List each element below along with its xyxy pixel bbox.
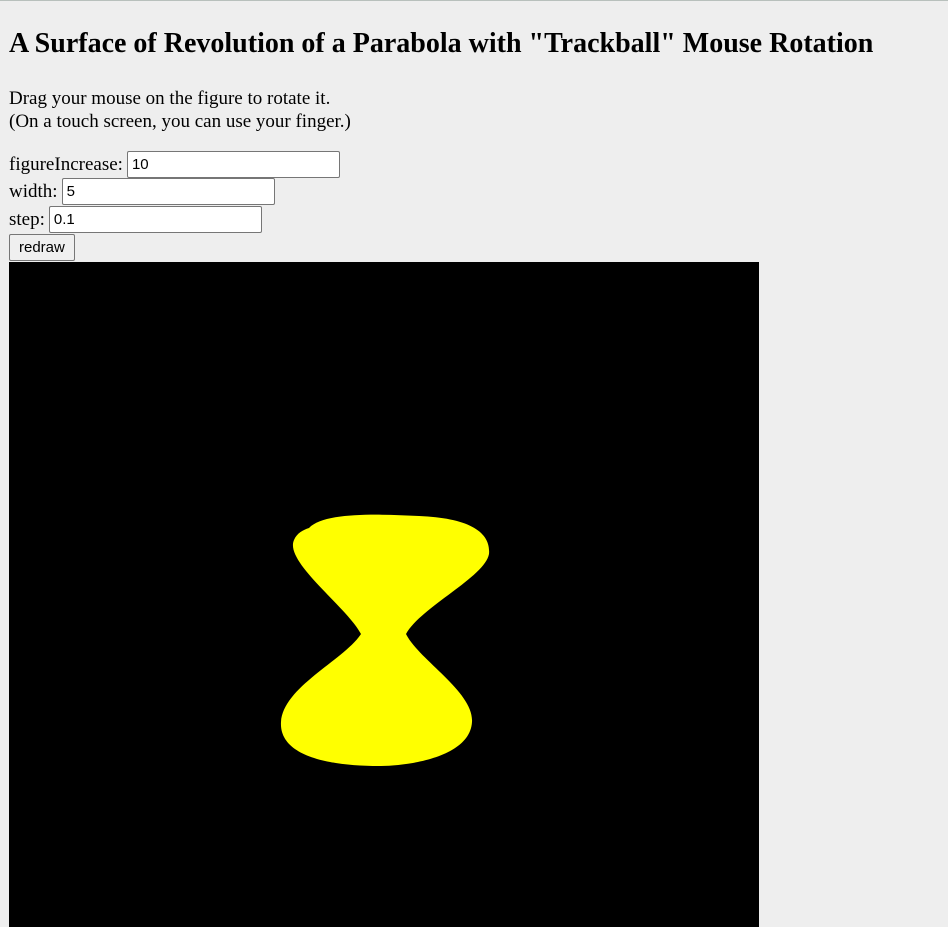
figure-increase-input[interactable] — [126, 151, 340, 178]
figure-canvas[interactable] — [9, 262, 759, 927]
figure-increase-label: figureIncrease: — [9, 153, 123, 175]
redraw-button[interactable]: redraw — [9, 234, 75, 261]
step-input[interactable] — [48, 206, 262, 233]
surface-figure[interactable] — [9, 262, 759, 927]
step-label: step: — [9, 208, 45, 230]
width-input[interactable] — [61, 178, 275, 205]
instructions: Drag your mouse on the figure to rotate … — [9, 87, 351, 133]
page-title: A Surface of Revolution of a Parabola wi… — [9, 28, 874, 59]
instruction-drag: Drag your mouse on the figure to rotate … — [9, 88, 331, 109]
figure-increase-row: figureIncrease: — [9, 151, 340, 178]
width-row: width: — [9, 178, 275, 205]
step-row: step: — [9, 206, 262, 233]
width-label: width: — [9, 180, 58, 202]
instruction-touch: (On a touch screen, you can use your fin… — [9, 111, 351, 132]
